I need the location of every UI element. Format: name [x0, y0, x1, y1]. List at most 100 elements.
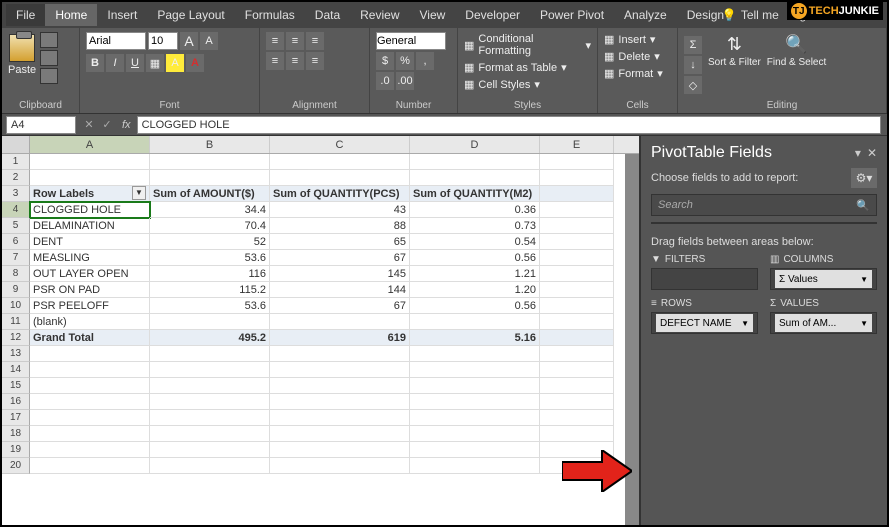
tab-insert[interactable]: Insert: [97, 4, 147, 26]
decrease-font-button[interactable]: A: [200, 32, 218, 50]
cell[interactable]: (blank): [30, 314, 150, 330]
cell[interactable]: 1.20: [410, 282, 540, 298]
cell[interactable]: [270, 458, 410, 474]
cell[interactable]: 0.54: [410, 234, 540, 250]
cell[interactable]: [30, 362, 150, 378]
pivot-column-header[interactable]: Sum of AMOUNT($): [150, 186, 270, 202]
cell[interactable]: [270, 426, 410, 442]
cell[interactable]: [540, 266, 614, 282]
increase-font-button[interactable]: A: [180, 32, 198, 50]
col-header-e[interactable]: E: [540, 136, 614, 153]
cell[interactable]: [270, 362, 410, 378]
copy-button[interactable]: [40, 50, 58, 66]
cell[interactable]: [150, 346, 270, 362]
cell[interactable]: [410, 314, 540, 330]
tab-formulas[interactable]: Formulas: [235, 4, 305, 26]
row-header[interactable]: 20: [2, 458, 30, 474]
col-header-a[interactable]: A: [30, 136, 150, 153]
cell[interactable]: [540, 154, 614, 170]
formula-input[interactable]: CLOGGED HOLE: [137, 116, 881, 134]
cell[interactable]: [540, 426, 614, 442]
cell[interactable]: [150, 442, 270, 458]
cell[interactable]: 0.36: [410, 202, 540, 218]
row-header[interactable]: 14: [2, 362, 30, 378]
cell[interactable]: [270, 410, 410, 426]
comma-button[interactable]: ,: [416, 52, 434, 70]
cell[interactable]: 144: [270, 282, 410, 298]
tell-me[interactable]: 💡Tell me: [722, 8, 779, 22]
row-header[interactable]: 5: [2, 218, 30, 234]
fx-button[interactable]: fx: [116, 119, 137, 131]
cell[interactable]: 145: [270, 266, 410, 282]
cell[interactable]: [150, 410, 270, 426]
cell[interactable]: 67: [270, 298, 410, 314]
pane-close-button[interactable]: ✕: [867, 146, 877, 160]
conditional-formatting-button[interactable]: ▦Conditional Formatting ▾: [464, 32, 591, 58]
cell[interactable]: [410, 458, 540, 474]
columns-area[interactable]: ▥COLUMNS Σ Values▼: [770, 254, 877, 290]
cell[interactable]: [540, 202, 614, 218]
cell[interactable]: [540, 410, 614, 426]
cell[interactable]: [270, 442, 410, 458]
row-header[interactable]: 11: [2, 314, 30, 330]
cell[interactable]: [540, 314, 614, 330]
filters-area[interactable]: ▼FILTERS: [651, 254, 758, 290]
name-box[interactable]: A4: [6, 116, 76, 134]
cell[interactable]: MEASLING: [30, 250, 150, 266]
cell[interactable]: [30, 410, 150, 426]
cell[interactable]: 67: [270, 250, 410, 266]
bold-button[interactable]: B: [86, 54, 104, 72]
cell[interactable]: [150, 378, 270, 394]
cell[interactable]: [410, 346, 540, 362]
cell[interactable]: DELAMINATION: [30, 218, 150, 234]
row-header[interactable]: 17: [2, 410, 30, 426]
tab-page-layout[interactable]: Page Layout: [147, 4, 234, 26]
decrease-decimal-button[interactable]: .00: [396, 72, 414, 90]
cell[interactable]: [410, 378, 540, 394]
fields-search-input[interactable]: Search 🔍: [651, 194, 877, 216]
col-header-d[interactable]: D: [410, 136, 540, 153]
cell[interactable]: PSR ON PAD: [30, 282, 150, 298]
cell[interactable]: 116: [150, 266, 270, 282]
cell[interactable]: 0.56: [410, 250, 540, 266]
paste-button[interactable]: Paste: [8, 30, 36, 76]
cell[interactable]: [410, 170, 540, 186]
tab-review[interactable]: Review: [350, 4, 409, 26]
cell[interactable]: [30, 378, 150, 394]
cell[interactable]: [410, 362, 540, 378]
cell[interactable]: [30, 154, 150, 170]
cell[interactable]: 43: [270, 202, 410, 218]
align-bottom-button[interactable]: ≡: [306, 32, 324, 50]
row-header[interactable]: 2: [2, 170, 30, 186]
cell[interactable]: [410, 154, 540, 170]
tab-home[interactable]: Home: [45, 4, 97, 26]
cell-styles-button[interactable]: ▦Cell Styles ▾: [464, 77, 591, 92]
tab-developer[interactable]: Developer: [455, 4, 530, 26]
values-area-item[interactable]: Sum of AM...▼: [775, 314, 872, 332]
col-header-c[interactable]: C: [270, 136, 410, 153]
cell[interactable]: [540, 234, 614, 250]
format-as-table-button[interactable]: ▦Format as Table ▾: [464, 60, 591, 75]
cell[interactable]: 0.73: [410, 218, 540, 234]
cell[interactable]: [540, 394, 614, 410]
fields-layout-button[interactable]: ⚙▾: [851, 168, 877, 188]
cell[interactable]: [410, 394, 540, 410]
border-button[interactable]: ▦: [146, 54, 164, 72]
font-size-select[interactable]: [148, 32, 178, 50]
font-name-select[interactable]: [86, 32, 146, 50]
fill-button[interactable]: ↓: [684, 56, 702, 74]
cell[interactable]: [270, 378, 410, 394]
cell[interactable]: [270, 170, 410, 186]
row-header[interactable]: 19: [2, 442, 30, 458]
pivot-column-header[interactable]: Sum of QUANTITY(M2): [410, 186, 540, 202]
cell[interactable]: [540, 362, 614, 378]
cell[interactable]: [30, 458, 150, 474]
row-header[interactable]: 18: [2, 426, 30, 442]
autosum-button[interactable]: Σ: [684, 36, 702, 54]
values-area[interactable]: ΣVALUES Sum of AM...▼: [770, 298, 877, 334]
cell[interactable]: [540, 218, 614, 234]
align-middle-button[interactable]: ≡: [286, 32, 304, 50]
cell[interactable]: [150, 170, 270, 186]
row-header[interactable]: 6: [2, 234, 30, 250]
row-header[interactable]: 7: [2, 250, 30, 266]
